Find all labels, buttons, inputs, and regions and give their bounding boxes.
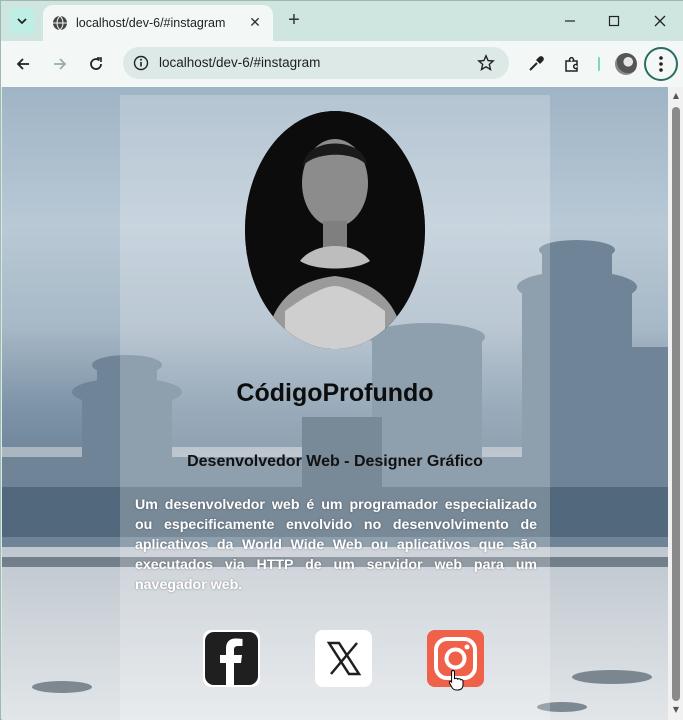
profile-card: CódigoProfundo Desenvolvedor Web - Desig… [120,95,550,720]
forward-button[interactable] [48,52,72,76]
extensions-button[interactable] [561,53,583,75]
more-vertical-icon [659,56,663,72]
minimize-icon [565,20,575,22]
tab-title: localhost/dev-6/#instagram [76,16,226,30]
scrollbar-thumb[interactable] [672,107,680,701]
new-tab-button[interactable]: + [284,10,304,30]
tab-active[interactable]: localhost/dev-6/#instagram ✕ [43,5,273,41]
reload-icon [90,57,102,70]
profile-role: Desenvolvedor Web - Designer Gráfico [187,453,483,470]
browser-window: localhost/dev-6/#instagram ✕ + localhost… [0,0,683,720]
puzzle-icon [565,56,578,72]
scroll-up-arrow[interactable]: ▲ [672,92,680,100]
toolbar-separator [598,57,600,71]
profile-avatar[interactable] [615,53,637,75]
person-photo [245,111,425,349]
profile-photo [245,111,425,349]
globe-icon [53,15,67,31]
url-text[interactable]: localhost/dev-6/#instagram [159,55,320,70]
back-button[interactable] [11,52,35,76]
address-bar[interactable]: localhost/dev-6/#instagram [123,47,509,79]
minimize-button[interactable] [558,9,582,33]
close-icon [654,15,666,27]
bookmark-star-icon[interactable] [477,54,495,72]
tab-strip: localhost/dev-6/#instagram ✕ + [1,1,683,41]
reload-button[interactable] [84,52,108,76]
arrow-right-icon [54,58,67,70]
tab-close-icon[interactable]: ✕ [247,15,263,31]
profile-bio: Um desenvolvedor web é um programador es… [135,497,537,593]
x-link[interactable] [315,630,372,687]
tab-search-button[interactable] [9,8,35,34]
eyedropper-button[interactable] [525,53,547,75]
page-viewport: CódigoProfundo Desenvolvedor Web - Desig… [2,87,668,720]
toolbar: localhost/dev-6/#instagram [1,41,683,87]
facebook-icon [205,632,258,685]
eyedropper-icon [529,56,544,71]
arrow-left-icon [16,58,29,70]
maximize-button[interactable] [602,9,626,33]
chevron-down-icon [17,18,27,25]
site-info-icon[interactable] [133,55,149,71]
hand-cursor-icon [448,669,464,691]
x-icon [315,630,372,687]
close-window-button[interactable] [648,9,672,33]
maximize-icon [608,15,620,27]
profile-name: CódigoProfundo [236,379,434,407]
facebook-link[interactable] [203,630,260,687]
scroll-down-arrow[interactable]: ▼ [672,706,680,714]
browser-menu-button[interactable] [644,47,678,81]
